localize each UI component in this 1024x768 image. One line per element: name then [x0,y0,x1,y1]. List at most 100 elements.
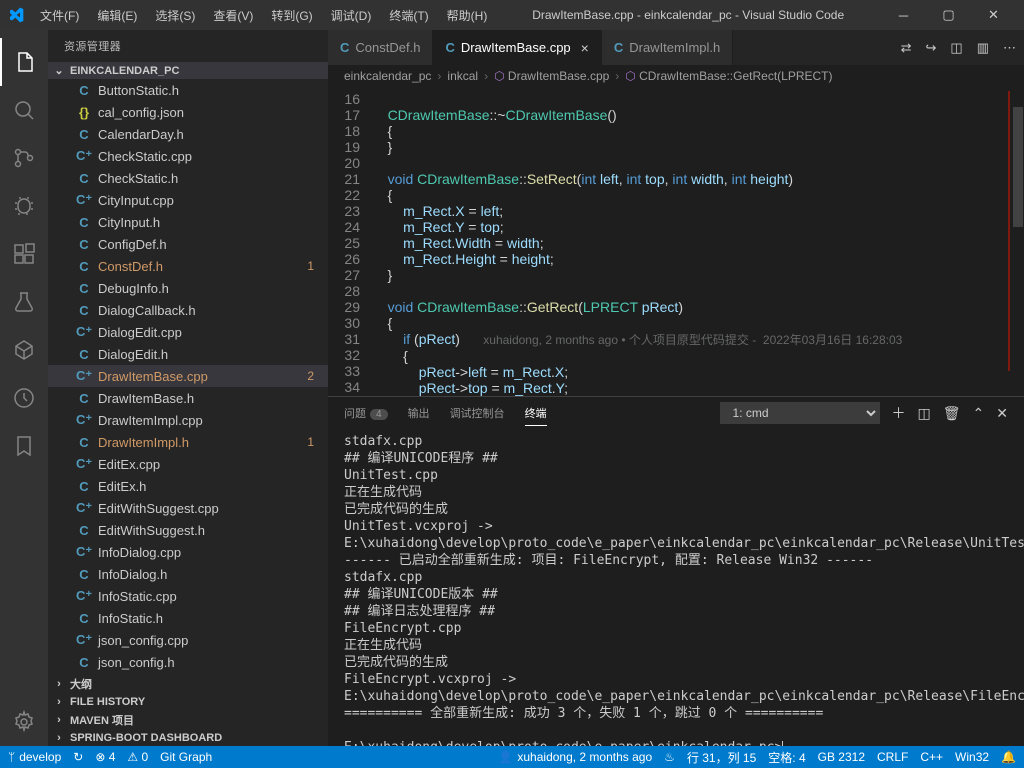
extensions-icon[interactable] [0,230,48,278]
code-lines[interactable]: CDrawItemBase::~CDrawItemBase() { } void… [372,87,1024,396]
compare-icon[interactable]: ⇄ [901,40,912,56]
close-tab-icon[interactable]: × [581,40,589,56]
file-icon: C⁺ [76,632,92,648]
sidebar-section[interactable]: ›SPRING-BOOT DASHBOARD [48,730,328,746]
settings-icon[interactable] [0,698,48,746]
code-editor[interactable]: 16 17 18 19 20 21 22 23 24 25 26 27 28 2… [328,87,1024,396]
status-bell[interactable]: 🔔 [1001,750,1016,764]
explorer-icon[interactable] [0,38,48,86]
status-warnings[interactable]: ⚠ 0 [127,750,148,764]
close-panel-icon[interactable]: ✕ [996,405,1008,422]
tab-debug[interactable]: 调试控制台 [450,401,505,425]
status-position[interactable]: 行 31，列 15 [687,749,756,766]
go-icon[interactable]: ↪ [926,40,937,56]
file-item[interactable]: CEditWithSuggest.h [48,519,328,541]
file-item[interactable]: CInfoStatic.h [48,607,328,629]
file-item[interactable]: Cjson_config.h [48,651,328,673]
test-icon[interactable] [0,278,48,326]
file-icon: C [76,171,92,186]
breadcrumb-item[interactable]: ⬡ CDrawItemBase::GetRect(LPRECT) [625,69,832,83]
menu-item[interactable]: 选择(S) [147,3,203,28]
breadcrumb-item[interactable]: ⬡ DrawItemBase.cpp [494,69,609,83]
file-item[interactable]: CEditEx.h [48,475,328,497]
status-errors[interactable]: ⊗ 4 [95,750,115,764]
file-item[interactable]: CButtonStatic.h [48,79,328,101]
layout-icon[interactable]: ▥ [977,40,989,56]
sidebar-section[interactable]: ›大纲 [48,674,328,694]
file-item[interactable]: C⁺DrawItemImpl.cpp [48,409,328,431]
terminal[interactable]: stdafx.cpp## 编译UNICODE程序 ##UnitTest.cpp正… [328,429,1024,746]
menu-item[interactable]: 编辑(E) [89,3,145,28]
sidebar-section[interactable]: ›MAVEN 项目 [48,710,328,730]
new-terminal-icon[interactable]: ＋ [892,403,906,423]
breadcrumb[interactable]: einkcalendar_pc›inkcal›⬡ DrawItemBase.cp… [328,65,1024,87]
file-item[interactable]: C⁺DialogEdit.cpp [48,321,328,343]
file-item[interactable]: C⁺CityInput.cpp [48,189,328,211]
editor-tab[interactable]: CConstDef.h [328,30,433,65]
menu-item[interactable]: 帮助(H) [439,3,496,28]
tab-output[interactable]: 输出 [408,401,430,425]
status-language[interactable]: C++ [920,750,943,764]
maximize-panel-icon[interactable]: ⌃ [973,405,985,422]
file-item[interactable]: {}cal_config.json [48,101,328,123]
maximize-button[interactable]: ▢ [926,0,971,30]
file-item[interactable]: CDebugInfo.h [48,277,328,299]
sidebar-section[interactable]: ›FILE HISTORY [48,694,328,710]
search-icon[interactable] [0,86,48,134]
file-item[interactable]: CDrawItemBase.h [48,387,328,409]
file-item[interactable]: CCityInput.h [48,211,328,233]
tab-problems[interactable]: 问题4 [344,401,388,425]
project-root[interactable]: ⌄EINKCALENDAR_PC [48,62,328,79]
breadcrumb-item[interactable]: einkcalendar_pc [344,69,431,83]
menu-item[interactable]: 文件(F) [32,3,87,28]
status-blame[interactable]: 👤 xuhaidong, 2 months ago [498,750,652,764]
scroll-thumb[interactable] [1013,107,1023,227]
menu-item[interactable]: 终端(T) [381,3,436,28]
status-gitgraph[interactable]: Git Graph [160,750,212,764]
split-icon[interactable]: ◫ [950,40,962,56]
editor-tab[interactable]: CDrawItemBase.cpp× [433,30,601,65]
file-item[interactable]: CDialogEdit.h [48,343,328,365]
split-terminal-icon[interactable]: ◫ [918,405,931,422]
status-spaces[interactable]: 空格: 4 [768,749,805,766]
file-item[interactable]: C⁺EditWithSuggest.cpp [48,497,328,519]
file-item[interactable]: C⁺InfoDialog.cpp [48,541,328,563]
file-item[interactable]: CCalendarDay.h [48,123,328,145]
file-item[interactable]: CInfoDialog.h [48,563,328,585]
source-control-icon[interactable] [0,134,48,182]
breadcrumb-item[interactable]: inkcal [447,69,478,83]
more-icon[interactable]: ⋯ [1003,40,1016,56]
file-item[interactable]: CDialogCallback.h [48,299,328,321]
bookmark-icon[interactable] [0,422,48,470]
tab-label: ConstDef.h [355,40,420,55]
status-encoding[interactable]: GB 2312 [818,750,865,764]
status-eol[interactable]: CRLF [877,750,908,764]
file-item[interactable]: C⁺json_config.cpp [48,629,328,651]
close-button[interactable]: ✕ [971,0,1016,30]
file-item[interactable]: C⁺InfoStatic.cpp [48,585,328,607]
status-branch[interactable]: ᛘ develop [8,750,61,764]
file-item[interactable]: C⁺EditEx.cpp [48,453,328,475]
status-platform[interactable]: Win32 [955,750,989,764]
history-icon[interactable] [0,374,48,422]
file-icon: C [76,347,92,362]
file-item[interactable]: CConstDef.h1 [48,255,328,277]
file-item[interactable]: CCheckStatic.h [48,167,328,189]
file-item[interactable]: C⁺DrawItemBase.cpp2 [48,365,328,387]
file-item[interactable]: CConfigDef.h [48,233,328,255]
status-flame[interactable]: ♨ [664,750,675,764]
editor-tab[interactable]: CDrawItemImpl.h [602,30,733,65]
menu-item[interactable]: 调试(D) [323,3,380,28]
tab-terminal[interactable]: 终端 [525,401,547,426]
minimize-button[interactable]: ─ [881,0,926,30]
menu-item[interactable]: 查看(V) [205,3,261,28]
scrollbar-v[interactable] [1010,87,1024,396]
terminal-selector[interactable]: 1: cmd [720,402,880,424]
status-sync[interactable]: ↻ [73,750,83,764]
debug-icon[interactable] [0,182,48,230]
file-item[interactable]: CDrawItemImpl.h1 [48,431,328,453]
menu-item[interactable]: 转到(G) [263,3,320,28]
kill-terminal-icon[interactable]: 🗑 [943,405,961,422]
maven-icon[interactable] [0,326,48,374]
file-item[interactable]: C⁺CheckStatic.cpp [48,145,328,167]
